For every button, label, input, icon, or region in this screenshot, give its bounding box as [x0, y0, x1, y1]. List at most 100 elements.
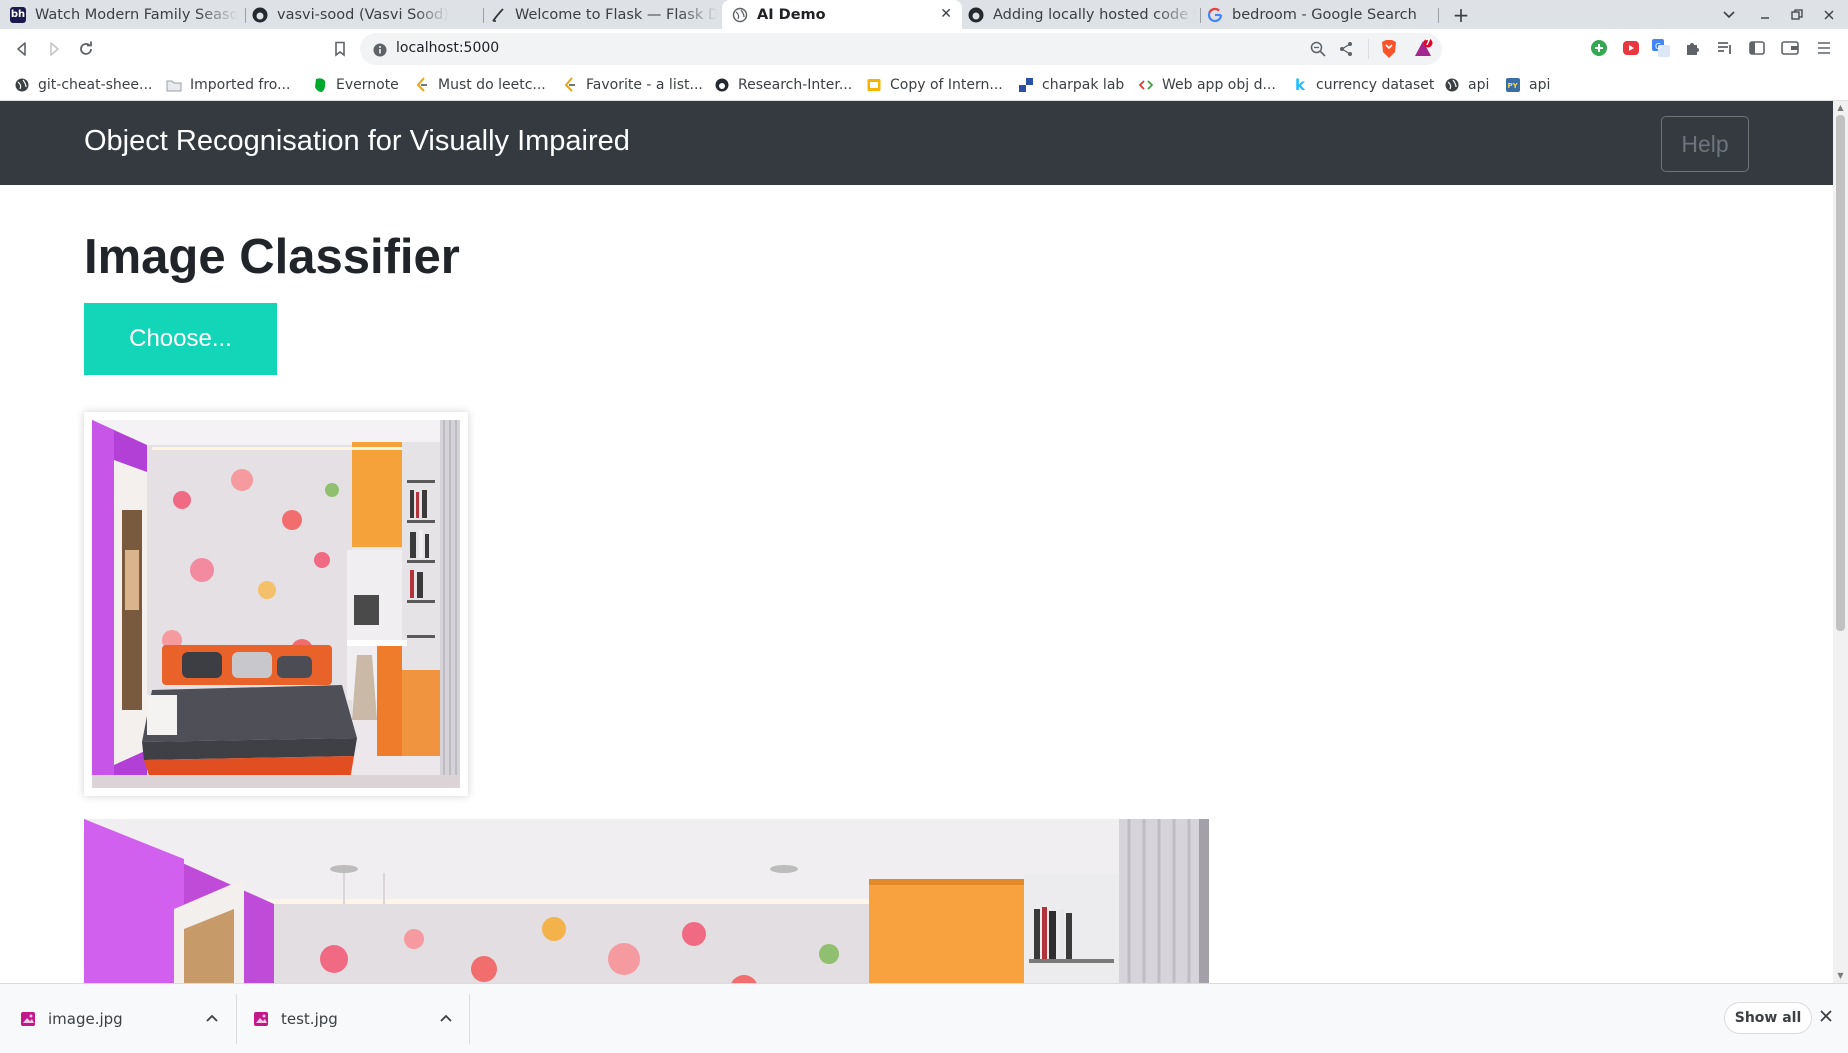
choose-file-button[interactable]: Choose...	[84, 303, 277, 375]
tab-title: Welcome to Flask — Flask Do	[515, 6, 718, 23]
bedroom-thumbnail-image	[92, 420, 460, 788]
download-item[interactable]: test.jpg	[253, 984, 338, 1053]
bookmark-item[interactable]: PY api	[1505, 76, 1550, 94]
bookmark-item[interactable]: Imported fro...	[166, 76, 290, 94]
help-button[interactable]: Help	[1661, 116, 1749, 172]
restore-icon[interactable]	[1786, 4, 1808, 26]
python-icon: PY	[1505, 77, 1521, 93]
bookmark-label: Must do leetc...	[438, 77, 546, 93]
scroll-down-icon[interactable]: ▼	[1836, 971, 1845, 980]
extensions-puzzle-icon[interactable]	[1684, 39, 1702, 57]
new-tab-button[interactable]: +	[1450, 3, 1472, 27]
zoom-icon[interactable]	[1310, 41, 1326, 61]
tab-strip: bh Watch Modern Family Season vasvi-sood…	[0, 0, 1848, 29]
tab-github-profile[interactable]: vasvi-sood (Vasvi Sood)	[252, 0, 480, 29]
close-icon[interactable]	[1820, 1007, 1832, 1026]
extension-translate-icon[interactable]: G	[1652, 39, 1670, 57]
minimize-icon[interactable]	[1754, 4, 1776, 26]
site-info-icon[interactable]	[373, 42, 387, 61]
browser-toolbar: localhost:5000 7 G	[0, 29, 1848, 69]
menu-icon[interactable]	[1815, 39, 1833, 57]
page-title: Image Classifier	[84, 230, 460, 284]
tab-favicon-icon: bh	[10, 6, 26, 23]
image-file-icon	[253, 1011, 269, 1027]
kaggle-icon: k	[1295, 76, 1305, 94]
back-icon[interactable]	[10, 37, 34, 61]
bookmark-icon[interactable]	[328, 37, 352, 61]
download-shelf: image.jpg test.jpg Show all	[0, 983, 1848, 1053]
image-file-icon	[20, 1011, 36, 1027]
tab-title: bedroom - Google Search	[1232, 6, 1417, 23]
page-scrollbar[interactable]: ▲ ▼	[1833, 101, 1848, 983]
bookmark-label: api	[1529, 77, 1551, 93]
forward-icon[interactable]	[42, 37, 66, 61]
close-icon[interactable]: ✕	[940, 6, 952, 22]
tab-modern-family[interactable]: bh Watch Modern Family Season	[10, 0, 238, 29]
github-icon	[968, 7, 984, 23]
folder-icon	[166, 77, 182, 93]
bookmark-item[interactable]: Web app obj d...	[1138, 76, 1276, 94]
tab-separator	[1438, 8, 1439, 23]
rewards-badge: 7	[1425, 38, 1431, 47]
extension-plus-icon[interactable]	[1590, 39, 1608, 57]
omnibox-divider	[1368, 39, 1369, 59]
bookmark-label: git-cheat-shee...	[38, 77, 153, 93]
url-text: localhost:5000	[396, 40, 500, 56]
bookmark-label: Favorite - a list...	[586, 77, 703, 93]
download-separator	[469, 994, 470, 1044]
chevron-up-icon[interactable]	[440, 1010, 452, 1026]
sidebar-icon[interactable]	[1748, 39, 1766, 57]
google-icon	[1207, 7, 1223, 23]
tab-title: Adding locally hosted code to	[993, 6, 1196, 23]
scrollbar-thumb[interactable]	[1836, 115, 1845, 631]
evernote-icon	[312, 77, 328, 93]
bookmark-label: charpak lab	[1042, 77, 1125, 93]
tab-google-search[interactable]: bedroom - Google Search	[1207, 0, 1432, 29]
download-filename: test.jpg	[281, 1010, 338, 1028]
app-navbar: Object Recognisation for Visually Impair…	[0, 101, 1833, 185]
github-icon	[714, 77, 730, 93]
brave-shields-icon[interactable]	[1380, 39, 1398, 63]
tab-ai-demo[interactable]: AI Demo ✕	[722, 0, 962, 29]
slides-icon	[866, 77, 882, 93]
bookmark-item[interactable]: Research-Inter...	[714, 76, 852, 94]
chevron-up-icon[interactable]	[206, 1010, 218, 1026]
bookmark-item[interactable]: Copy of Intern...	[866, 76, 1003, 94]
globe-icon	[14, 77, 30, 93]
bookmark-label: Copy of Intern...	[890, 77, 1003, 93]
share-icon[interactable]	[1338, 41, 1354, 61]
bookmark-item[interactable]: Evernote	[312, 76, 399, 94]
reload-icon[interactable]	[74, 37, 98, 61]
scroll-up-icon[interactable]: ▲	[1836, 103, 1845, 112]
svg-text:PY: PY	[1508, 82, 1519, 90]
extension-video-icon[interactable]	[1622, 39, 1640, 57]
download-item[interactable]: image.jpg	[20, 984, 123, 1053]
bookmark-item[interactable]: k currency dataset	[1292, 76, 1434, 94]
bookmark-label: Evernote	[336, 77, 399, 93]
tab-title: AI Demo	[757, 6, 826, 23]
page-viewport: Object Recognisation for Visually Impair…	[0, 101, 1833, 983]
tab-separator	[483, 8, 484, 23]
bookmark-item[interactable]: Must do leetc...	[414, 76, 546, 94]
app-brand[interactable]: Object Recognisation for Visually Impair…	[84, 125, 630, 158]
bookmark-label: currency dataset	[1316, 77, 1435, 93]
reading-list-icon[interactable]	[1716, 39, 1734, 57]
wallet-icon[interactable]	[1781, 39, 1799, 57]
globe-icon	[732, 7, 748, 23]
brave-rewards-icon[interactable]: 7	[1413, 38, 1433, 63]
close-window-icon[interactable]	[1818, 4, 1840, 26]
bookmark-item[interactable]: git-cheat-shee...	[14, 76, 152, 94]
download-filename: image.jpg	[48, 1010, 123, 1028]
tab-github-question[interactable]: Adding locally hosted code to	[968, 0, 1196, 29]
tab-flask-docs[interactable]: Welcome to Flask — Flask Do	[490, 0, 718, 29]
bookmark-item[interactable]: charpak lab	[1018, 76, 1124, 94]
bookmark-item[interactable]: api	[1444, 76, 1489, 94]
globe-icon	[1444, 77, 1460, 93]
bedroom-full-image	[84, 819, 1209, 983]
address-bar[interactable]: localhost:5000 7	[360, 33, 1442, 65]
tab-search-icon[interactable]	[1718, 4, 1740, 26]
bookmark-item[interactable]: Favorite - a list...	[562, 76, 703, 94]
flask-icon	[490, 7, 506, 23]
github-icon	[252, 7, 268, 23]
show-all-downloads-button[interactable]: Show all	[1724, 1002, 1812, 1034]
